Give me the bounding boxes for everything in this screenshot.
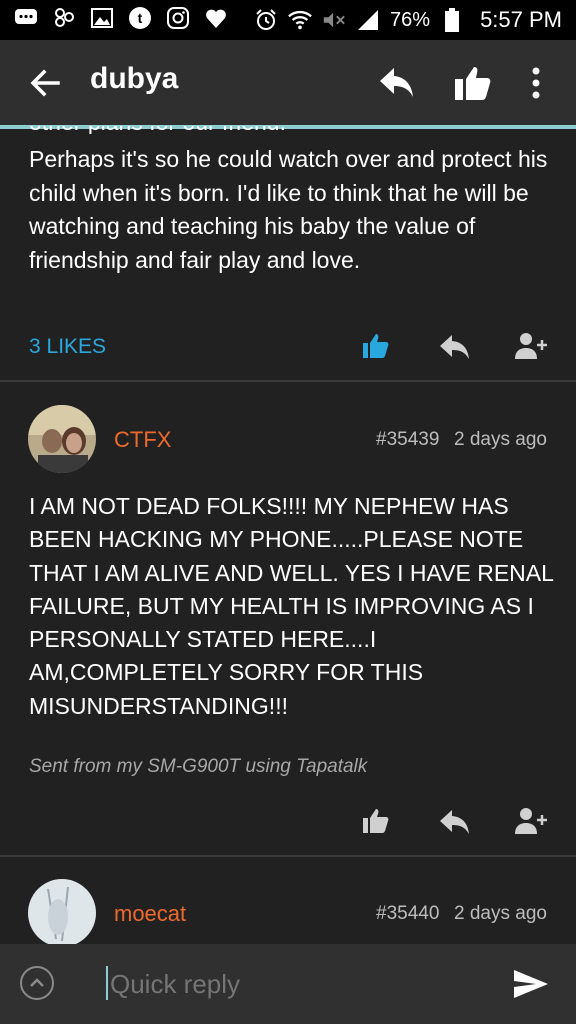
expand-up-icon[interactable] [20,966,54,1000]
reply-icon[interactable] [438,333,470,363]
alarm-icon [254,8,278,32]
post-number: #35440 [376,903,440,924]
tumblr-icon: t [128,6,152,30]
follow-user-icon[interactable] [514,331,547,361]
likes-count[interactable]: 3 LIKES [29,335,106,359]
post-time: 2 days ago [454,429,547,450]
more-vert-icon[interactable] [530,64,542,107]
post-divider [0,380,576,382]
post-body: I AM NOT DEAD FOLKS!!!! MY NEPHEW HAS BE… [29,493,554,719]
wifi-icon [288,8,312,32]
battery-percent: 76% [390,8,431,31]
send-icon[interactable] [512,968,550,1005]
avatar[interactable] [28,405,96,473]
follow-user-icon[interactable] [514,806,547,836]
signal-icon [356,8,380,32]
heart-icon [204,6,228,30]
avatar[interactable] [28,879,96,947]
battery-icon [440,8,464,32]
mute-icon [322,8,346,32]
post-divider [0,855,576,857]
clock: 5:57 PM [480,7,562,32]
status-bar: t 76% 5:57 PM [0,0,576,40]
post-signature: Sent from my SM-G900T using Tapatalk [29,756,368,777]
back-arrow-icon[interactable] [28,66,62,100]
author-name[interactable]: moecat [114,901,186,927]
quick-reply-input[interactable] [108,968,447,1001]
post-time: 2 days ago [454,903,547,924]
post-number: #35439 [376,429,440,450]
thumbs-up-icon[interactable] [454,64,492,107]
message-icon [14,6,38,30]
post-text-clipped: other plans for our friend. [29,126,329,134]
page-title: dubya [90,62,179,95]
post-body: Perhaps it's so he could watch over and … [29,146,548,273]
like-icon[interactable] [362,333,394,363]
gallery-icon [52,6,76,30]
author-name[interactable]: CTFX [114,427,171,453]
image-icon [90,6,114,30]
reply-icon[interactable] [378,66,414,105]
svg-text:t: t [138,10,143,26]
like-icon[interactable] [362,808,394,838]
instagram-icon [166,6,190,30]
reply-icon[interactable] [438,808,470,838]
